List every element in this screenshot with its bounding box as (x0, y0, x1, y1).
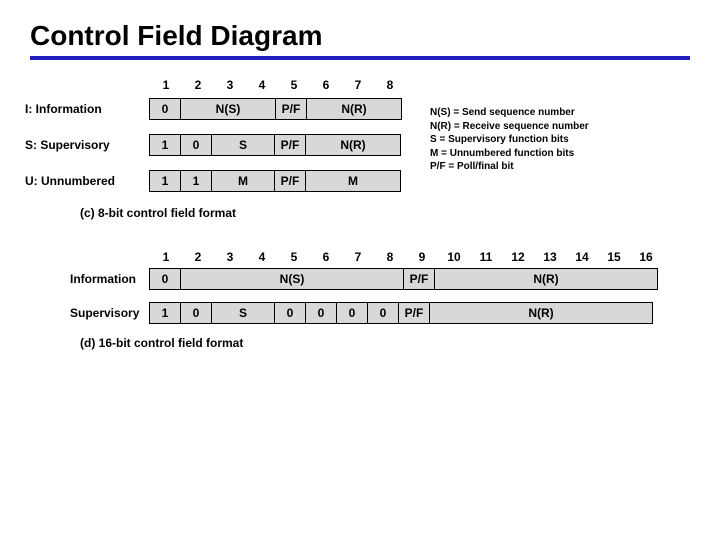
field-cell: 0 (367, 302, 399, 324)
field-row: Information0N(S)P/FN(R) (70, 268, 690, 290)
bit-number: 6 (310, 78, 342, 92)
row-label: Supervisory (70, 306, 150, 320)
field-cell: N(R) (306, 98, 402, 120)
bit-number: 11 (470, 250, 502, 264)
bit-number: 14 (566, 250, 598, 264)
field-cell: N(S) (180, 268, 404, 290)
field-cell: 0 (274, 302, 306, 324)
bit-number: 1 (150, 250, 182, 264)
bit-numbers-8: 12345678 (150, 78, 690, 92)
row-label: S: Supervisory (25, 138, 145, 152)
field-cell: P/F (274, 134, 306, 156)
bit-number: 5 (278, 250, 310, 264)
legend-line: N(R) = Receive sequence number (430, 120, 589, 134)
caption-8bit: (c) 8-bit control field format (80, 206, 690, 220)
bit-number: 16 (630, 250, 662, 264)
bit-number: 4 (246, 78, 278, 92)
field-cell: P/F (274, 170, 306, 192)
field-row: U: Unnumbered11MP/FM (150, 170, 690, 192)
row-label: U: Unnumbered (25, 174, 145, 188)
bit-number: 7 (342, 78, 374, 92)
bit-number: 8 (374, 78, 406, 92)
section-16bit: 12345678910111213141516 Information0N(S)… (70, 250, 690, 324)
field-cell: 0 (180, 134, 212, 156)
field-cell: S (211, 302, 275, 324)
bit-number: 2 (182, 78, 214, 92)
field-cell: 1 (149, 134, 181, 156)
legend: N(S) = Send sequence numberN(R) = Receiv… (430, 106, 589, 174)
field-cell: N(S) (180, 98, 276, 120)
bit-numbers-16: 12345678910111213141516 (150, 250, 690, 264)
field-cell: N(R) (305, 134, 401, 156)
section-8bit: 12345678 I: Information0N(S)P/FN(R)S: Su… (150, 78, 690, 192)
bit-number: 3 (214, 78, 246, 92)
row-label: Information (70, 272, 150, 286)
field-cell: 0 (336, 302, 368, 324)
bit-number: 1 (150, 78, 182, 92)
field-cell: M (305, 170, 401, 192)
title-rule (30, 56, 690, 60)
bit-number: 12 (502, 250, 534, 264)
field-row: I: Information0N(S)P/FN(R) (150, 98, 690, 120)
bit-number: 4 (246, 250, 278, 264)
field-cell: P/F (398, 302, 430, 324)
page-title: Control Field Diagram (30, 20, 690, 52)
field-cell: S (211, 134, 275, 156)
field-cell: 0 (180, 302, 212, 324)
field-row: S: Supervisory10SP/FN(R) (150, 134, 690, 156)
bit-number: 7 (342, 250, 374, 264)
field-row: Supervisory10S0000P/FN(R) (70, 302, 690, 324)
bit-number: 2 (182, 250, 214, 264)
bit-number: 15 (598, 250, 630, 264)
field-cell: M (211, 170, 275, 192)
bit-number: 3 (214, 250, 246, 264)
bit-number: 13 (534, 250, 566, 264)
field-cell: 0 (305, 302, 337, 324)
bit-number: 10 (438, 250, 470, 264)
bit-number: 9 (406, 250, 438, 264)
field-cell: P/F (403, 268, 435, 290)
bit-number: 8 (374, 250, 406, 264)
legend-line: P/F = Poll/final bit (430, 160, 589, 174)
field-cell: N(R) (434, 268, 658, 290)
legend-line: N(S) = Send sequence number (430, 106, 589, 120)
bit-number: 5 (278, 78, 310, 92)
bit-number: 6 (310, 250, 342, 264)
field-cell: P/F (275, 98, 307, 120)
field-cell: 1 (149, 170, 181, 192)
field-cell: N(R) (429, 302, 653, 324)
legend-line: S = Supervisory function bits (430, 133, 589, 147)
legend-line: M = Unnumbered function bits (430, 147, 589, 161)
field-cell: 1 (149, 302, 181, 324)
field-cell: 0 (149, 268, 181, 290)
field-cell: 1 (180, 170, 212, 192)
caption-16bit: (d) 16-bit control field format (80, 336, 690, 350)
row-label: I: Information (25, 102, 145, 116)
field-cell: 0 (149, 98, 181, 120)
